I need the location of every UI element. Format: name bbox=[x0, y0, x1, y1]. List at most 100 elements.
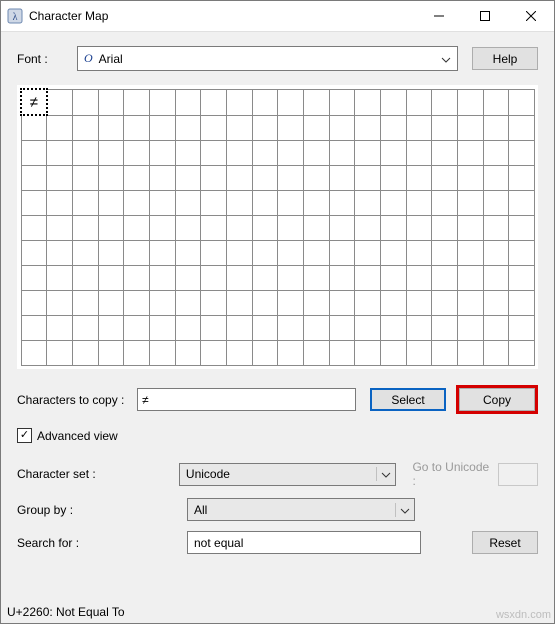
char-cell[interactable] bbox=[432, 166, 458, 191]
char-cell[interactable] bbox=[252, 216, 278, 241]
char-cell[interactable] bbox=[457, 341, 483, 366]
char-cell[interactable] bbox=[457, 241, 483, 266]
char-cell[interactable] bbox=[252, 341, 278, 366]
char-cell[interactable] bbox=[47, 115, 73, 141]
char-cell[interactable] bbox=[226, 266, 252, 291]
char-cell[interactable] bbox=[72, 89, 98, 115]
char-cell[interactable] bbox=[457, 115, 483, 141]
char-cell[interactable] bbox=[406, 115, 432, 141]
char-cell[interactable] bbox=[303, 166, 329, 191]
char-cell[interactable] bbox=[175, 266, 201, 291]
char-cell[interactable] bbox=[457, 141, 483, 166]
char-cell[interactable] bbox=[98, 341, 124, 366]
char-cell[interactable] bbox=[303, 191, 329, 216]
char-cell[interactable] bbox=[98, 191, 124, 216]
char-cell[interactable] bbox=[380, 89, 406, 115]
char-cell[interactable] bbox=[329, 115, 355, 141]
char-cell[interactable] bbox=[457, 89, 483, 115]
char-cell[interactable] bbox=[124, 216, 150, 241]
char-cell[interactable] bbox=[329, 291, 355, 316]
char-cell[interactable] bbox=[124, 341, 150, 366]
char-cell[interactable] bbox=[380, 241, 406, 266]
char-cell[interactable] bbox=[226, 316, 252, 341]
char-cell[interactable] bbox=[201, 191, 227, 216]
char-cell[interactable] bbox=[201, 266, 227, 291]
char-cell[interactable] bbox=[355, 291, 381, 316]
char-cell[interactable] bbox=[406, 341, 432, 366]
char-cell[interactable] bbox=[175, 341, 201, 366]
reset-button[interactable]: Reset bbox=[472, 531, 538, 554]
char-cell[interactable] bbox=[72, 115, 98, 141]
char-cell[interactable] bbox=[509, 341, 535, 366]
char-cell[interactable] bbox=[355, 191, 381, 216]
char-cell[interactable] bbox=[303, 216, 329, 241]
char-cell[interactable] bbox=[483, 316, 509, 341]
char-cell[interactable] bbox=[175, 316, 201, 341]
char-cell[interactable] bbox=[406, 89, 432, 115]
char-cell[interactable] bbox=[226, 166, 252, 191]
char-cell[interactable] bbox=[124, 89, 150, 115]
char-cell[interactable] bbox=[406, 291, 432, 316]
char-cell[interactable] bbox=[406, 266, 432, 291]
char-cell[interactable] bbox=[47, 191, 73, 216]
char-cell[interactable] bbox=[509, 291, 535, 316]
char-cell[interactable] bbox=[483, 266, 509, 291]
char-cell[interactable] bbox=[303, 241, 329, 266]
char-cell[interactable] bbox=[226, 89, 252, 115]
char-cell[interactable]: ≠ bbox=[21, 89, 47, 115]
char-cell[interactable] bbox=[278, 115, 304, 141]
char-cell[interactable] bbox=[175, 166, 201, 191]
char-cell[interactable] bbox=[252, 89, 278, 115]
char-cell[interactable] bbox=[457, 216, 483, 241]
char-cell[interactable] bbox=[355, 216, 381, 241]
char-cell[interactable] bbox=[432, 89, 458, 115]
char-cell[interactable] bbox=[406, 316, 432, 341]
char-cell[interactable] bbox=[303, 341, 329, 366]
char-cell[interactable] bbox=[278, 191, 304, 216]
char-cell[interactable] bbox=[124, 266, 150, 291]
search-input[interactable]: not equal bbox=[187, 531, 421, 554]
char-cell[interactable] bbox=[432, 316, 458, 341]
char-cell[interactable] bbox=[380, 141, 406, 166]
close-button[interactable] bbox=[508, 1, 554, 31]
char-cell[interactable] bbox=[252, 115, 278, 141]
char-cell[interactable] bbox=[149, 241, 175, 266]
char-cell[interactable] bbox=[380, 266, 406, 291]
char-cell[interactable] bbox=[278, 216, 304, 241]
char-cell[interactable] bbox=[226, 341, 252, 366]
char-cell[interactable] bbox=[72, 191, 98, 216]
char-cell[interactable] bbox=[483, 291, 509, 316]
char-cell[interactable] bbox=[21, 216, 47, 241]
char-cell[interactable] bbox=[201, 291, 227, 316]
char-cell[interactable] bbox=[21, 191, 47, 216]
char-cell[interactable] bbox=[98, 291, 124, 316]
char-cell[interactable] bbox=[226, 291, 252, 316]
select-button[interactable]: Select bbox=[370, 388, 446, 411]
char-cell[interactable] bbox=[252, 191, 278, 216]
char-cell[interactable] bbox=[201, 316, 227, 341]
char-cell[interactable] bbox=[72, 266, 98, 291]
char-cell[interactable] bbox=[303, 266, 329, 291]
char-cell[interactable] bbox=[201, 166, 227, 191]
char-cell[interactable] bbox=[21, 316, 47, 341]
char-cell[interactable] bbox=[98, 166, 124, 191]
char-cell[interactable] bbox=[329, 241, 355, 266]
char-cell[interactable] bbox=[149, 341, 175, 366]
char-cell[interactable] bbox=[149, 316, 175, 341]
char-cell[interactable] bbox=[509, 166, 535, 191]
char-cell[interactable] bbox=[483, 89, 509, 115]
char-cell[interactable] bbox=[21, 115, 47, 141]
char-cell[interactable] bbox=[509, 141, 535, 166]
char-cell[interactable] bbox=[483, 166, 509, 191]
char-cell[interactable] bbox=[406, 191, 432, 216]
char-cell[interactable] bbox=[149, 89, 175, 115]
char-cell[interactable] bbox=[21, 266, 47, 291]
char-cell[interactable] bbox=[329, 341, 355, 366]
char-cell[interactable] bbox=[252, 241, 278, 266]
char-cell[interactable] bbox=[303, 115, 329, 141]
char-cell[interactable] bbox=[175, 115, 201, 141]
char-cell[interactable] bbox=[47, 216, 73, 241]
char-cell[interactable] bbox=[355, 141, 381, 166]
char-cell[interactable] bbox=[98, 216, 124, 241]
char-cell[interactable] bbox=[72, 241, 98, 266]
